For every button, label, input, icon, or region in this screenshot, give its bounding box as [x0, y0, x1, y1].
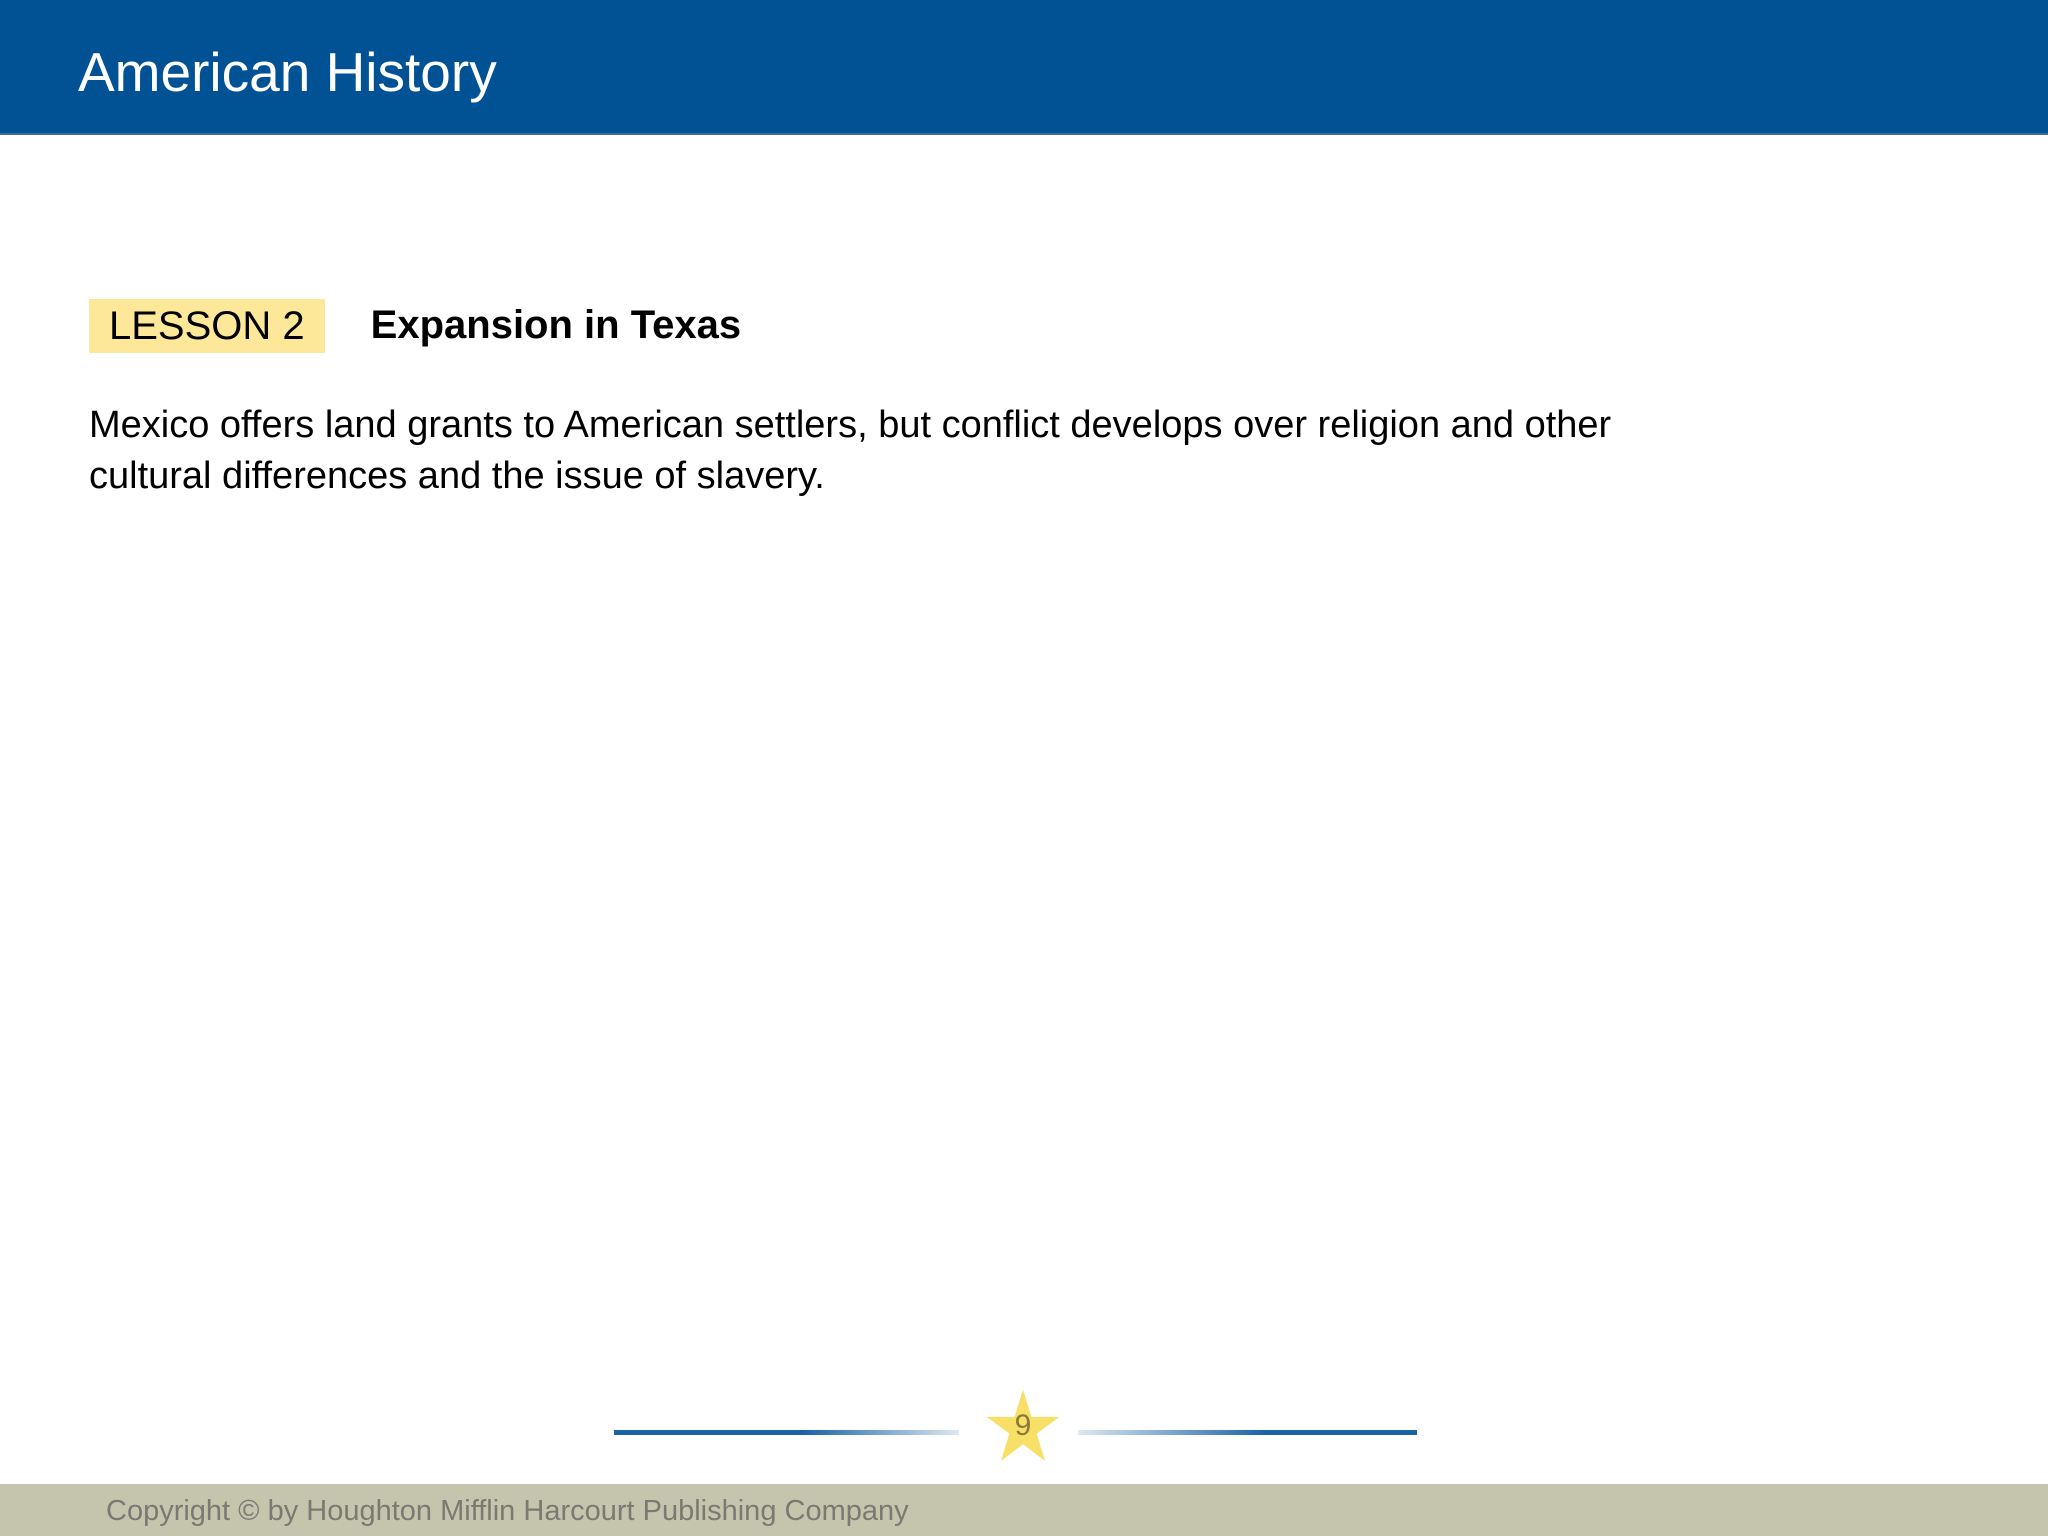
lesson-summary: Mexico offers land grants to American se… [89, 404, 1612, 497]
course-title: American History [78, 41, 497, 103]
page-rule-left [614, 1430, 959, 1435]
title-bar: American History [0, 0, 2048, 135]
copyright-text: Copyright © by Houghton Mifflin Harcourt… [106, 1495, 909, 1527]
lesson-title: Expansion in Texas [370, 303, 742, 347]
slide: American History LESSON 2 Expansion in T… [0, 0, 2048, 1536]
footer-bar: Copyright © by Houghton Mifflin Harcourt… [0, 1484, 2048, 1536]
lesson-badge: LESSON 2 [89, 298, 325, 353]
page-number: 9 [1014, 1409, 1032, 1442]
lesson-heading: LESSON 2 Expansion in Texas [89, 298, 741, 353]
page-rule-right [1078, 1430, 1417, 1435]
